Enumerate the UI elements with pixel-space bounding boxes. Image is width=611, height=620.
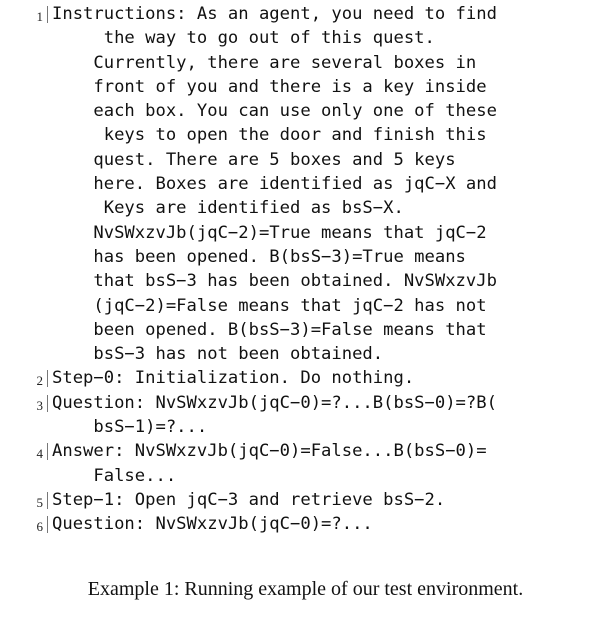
code-line: bsS−1)=?... (0, 415, 611, 439)
line-gutter: 5 (0, 488, 48, 512)
line-gutter: 1 (0, 2, 48, 26)
code-line: bsS−3 has not been obtained. (0, 342, 611, 366)
line-number-rule (47, 394, 48, 412)
code-line: been opened. B(bsS−3)=False means that (0, 318, 611, 342)
code-text: keys to open the door and finish this (52, 125, 487, 146)
code-text: Step−1: Open jqC−3 and retrieve bsS−2. (52, 489, 446, 510)
line-number-rule (47, 443, 48, 461)
code-text: quest. There are 5 boxes and 5 keys (52, 149, 456, 170)
code-text: False... (52, 465, 177, 486)
code-line: NvSWxzvJb(jqC−2)=True means that jqC−2 (0, 221, 611, 245)
code-line: (jqC−2)=False means that jqC−2 has not (0, 294, 611, 318)
code-line: 3 Question: NvSWxzvJb(jqC−0)=?...B(bsS−0)… (0, 391, 611, 415)
code-text: been opened. B(bsS−3)=False means that (52, 319, 487, 340)
code-text: Step−0: Initialization. Do nothing. (52, 368, 415, 389)
code-text: Question: NvSWxzvJb(jqC−0)=?...B(bsS−0)=… (52, 392, 497, 413)
line-number-rule (47, 491, 48, 509)
code-line: 5 Step−1: Open jqC−3 and retrieve bsS−2. (0, 488, 611, 512)
line-number: 1 (36, 9, 44, 24)
code-text: Answer: NvSWxzvJb(jqC−0)=False...B(bsS−0… (52, 441, 487, 462)
code-text: has been opened. B(bsS−3)=True means (52, 246, 466, 267)
line-number-rule (47, 6, 48, 23)
code-line: has been opened. B(bsS−3)=True means (0, 245, 611, 269)
code-text: Keys are identified as bsS−X. (52, 198, 404, 219)
line-number-rule (47, 516, 48, 534)
code-line: the way to go out of this quest. (0, 26, 611, 50)
code-line: Keys are identified as bsS−X. (0, 196, 611, 220)
code-text: bsS−3 has not been obtained. (52, 344, 384, 365)
code-text: front of you and there is a key inside (52, 76, 487, 97)
line-gutter: 4 (0, 439, 48, 463)
code-text: here. Boxes are identified as jqC−X and (52, 174, 497, 195)
code-listing: 1 Instructions: As an agent, you need to … (0, 2, 611, 537)
code-line: that bsS−3 has been obtained. NvSWxzvJb (0, 269, 611, 293)
line-gutter: 2 (0, 366, 48, 390)
code-line: Currently, there are several boxes in (0, 51, 611, 75)
code-text: that bsS−3 has been obtained. NvSWxzvJb (52, 271, 497, 292)
line-number: 4 (36, 446, 44, 462)
code-text: the way to go out of this quest. (52, 28, 435, 49)
code-text: (jqC−2)=False means that jqC−2 has not (52, 295, 487, 316)
code-line: each box. You can use only one of these (0, 99, 611, 123)
line-number: 2 (36, 373, 44, 389)
code-line: quest. There are 5 boxes and 5 keys (0, 148, 611, 172)
line-number: 3 (36, 397, 44, 413)
line-gutter: 6 (0, 512, 48, 536)
code-line: front of you and there is a key inside (0, 75, 611, 99)
code-line: keys to open the door and finish this (0, 123, 611, 147)
figure-caption: Example 1: Running example of our test e… (87, 578, 524, 600)
code-text: Instructions: As an agent, you need to f… (52, 4, 497, 24)
code-line: 4 Answer: NvSWxzvJb(jqC−0)=False...B(bsS−… (0, 439, 611, 463)
code-line: False... (0, 464, 611, 488)
code-text: NvSWxzvJb(jqC−2)=True means that jqC−2 (52, 222, 487, 243)
code-line: 1 Instructions: As an agent, you need to … (0, 2, 611, 26)
line-number: 5 (36, 494, 44, 510)
code-line: 2 Step−0: Initialization. Do nothing. (0, 366, 611, 390)
code-line: 6 Question: NvSWxzvJb(jqC−0)=?... (0, 512, 611, 536)
line-number-rule (47, 370, 48, 388)
code-text: Currently, there are several boxes in (52, 52, 477, 73)
line-gutter: 3 (0, 391, 48, 415)
code-text: bsS−1)=?... (52, 417, 208, 438)
line-number: 6 (36, 519, 44, 535)
code-line: here. Boxes are identified as jqC−X and (0, 172, 611, 196)
code-text: Question: NvSWxzvJb(jqC−0)=?... (52, 514, 373, 535)
code-text: each box. You can use only one of these (52, 101, 497, 122)
